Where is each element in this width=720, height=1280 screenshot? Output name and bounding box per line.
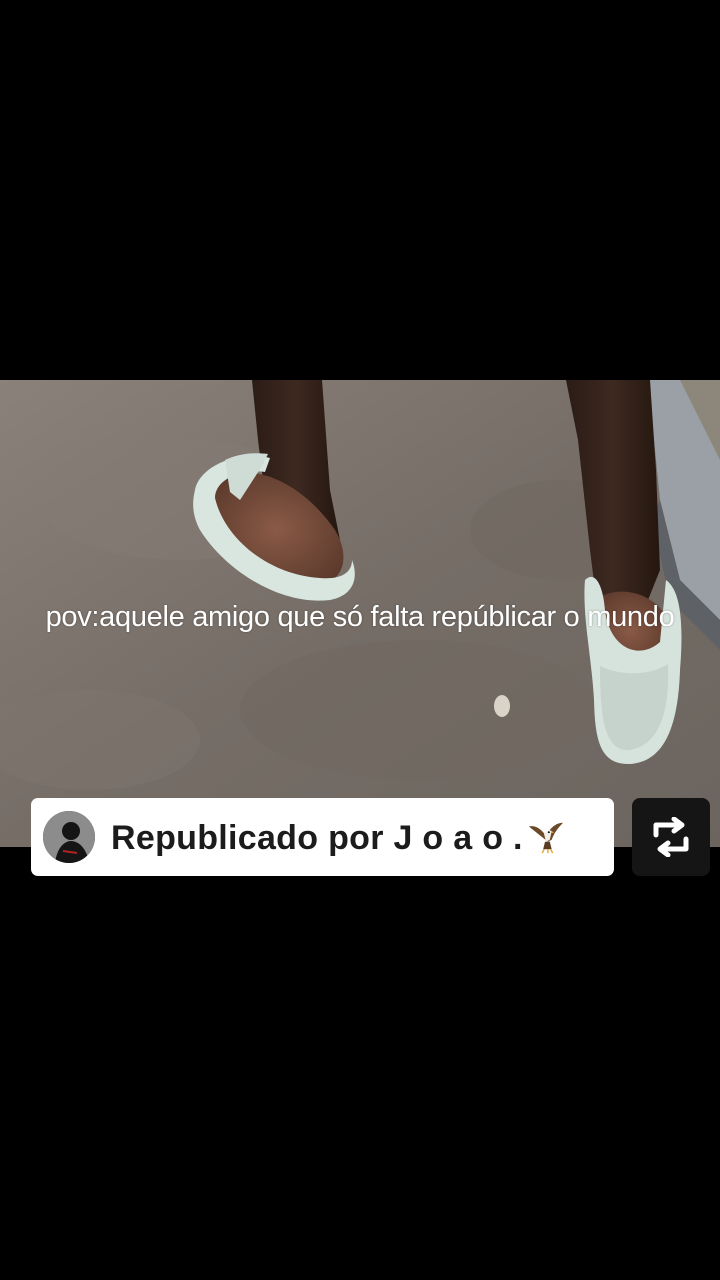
eagle-emoji-icon bbox=[528, 822, 563, 853]
repost-icon bbox=[653, 817, 689, 857]
video-caption: pov:aquele amigo que só falta repúblicar… bbox=[45, 601, 675, 633]
repost-label-text: Republicado por J o a o . bbox=[111, 818, 523, 857]
repost-button[interactable] bbox=[632, 798, 710, 876]
user-avatar-icon[interactable] bbox=[43, 811, 95, 863]
avatar-silhouette bbox=[43, 811, 95, 863]
video-screen[interactable]: pov:aquele amigo que só falta repúblicar… bbox=[0, 0, 720, 1280]
repost-label: Republicado por J o a o . bbox=[111, 817, 565, 858]
repost-banner[interactable]: Republicado por J o a o . bbox=[31, 798, 614, 876]
